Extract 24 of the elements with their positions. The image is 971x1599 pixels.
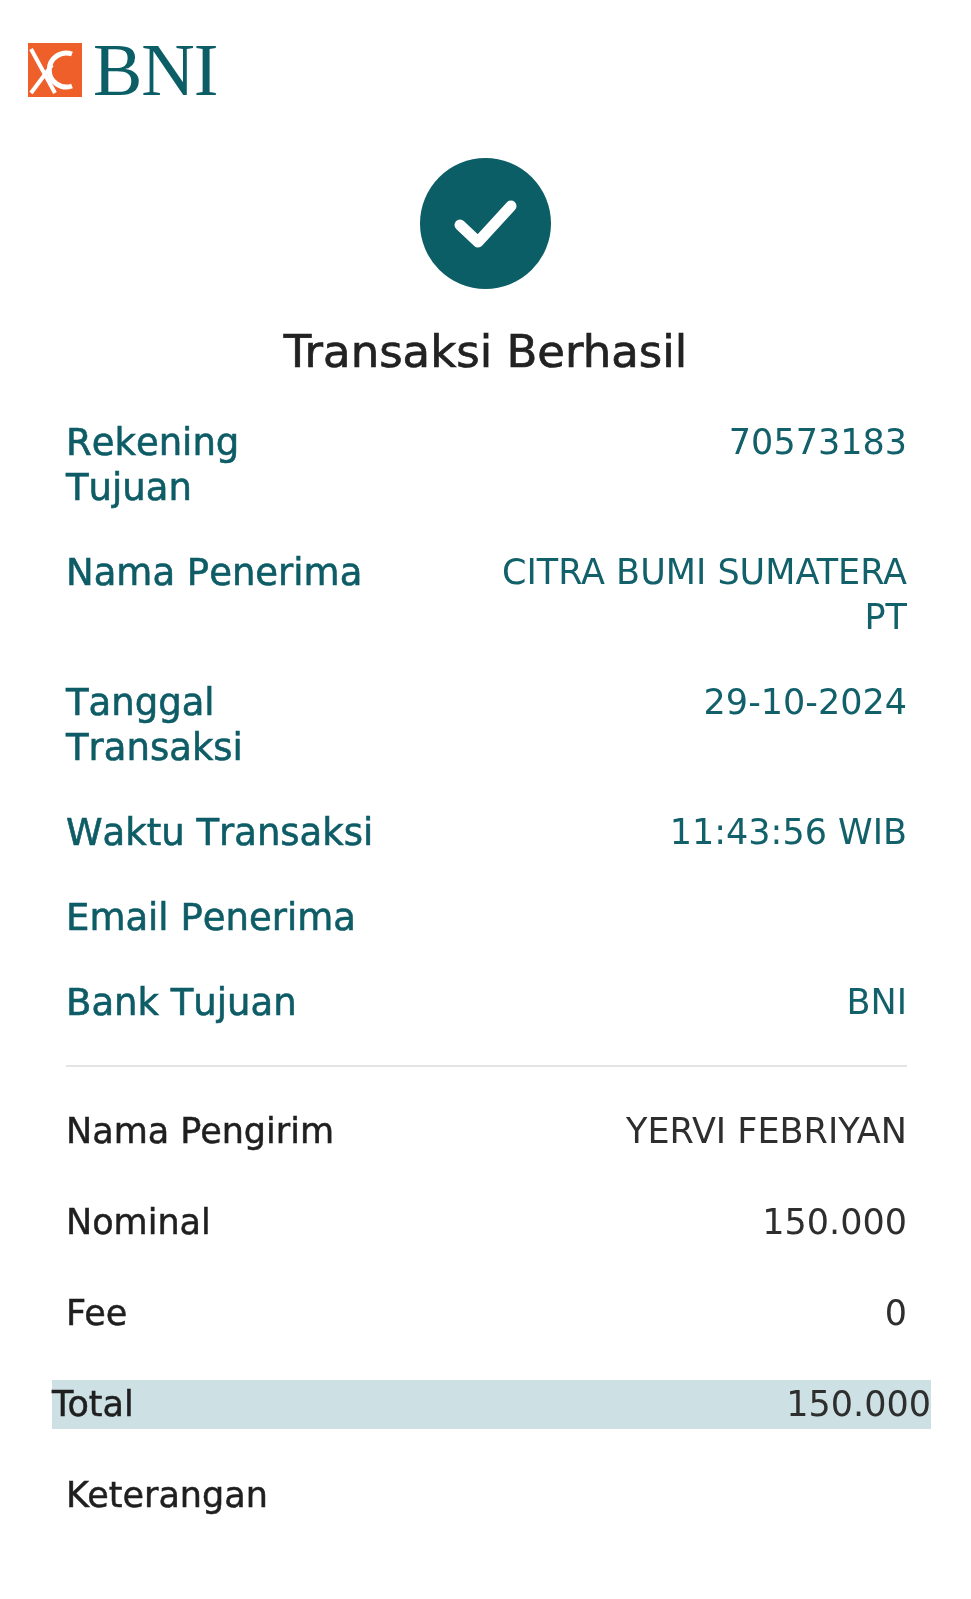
field-label: Total bbox=[52, 1383, 134, 1426]
field-value: CITRA BUMI SUMATERA PT bbox=[501, 551, 907, 639]
field-value: YERVI FEBRIYAN bbox=[626, 1110, 907, 1153]
field-value: 70573183 bbox=[728, 421, 907, 464]
field-label: Fee bbox=[66, 1292, 128, 1335]
field-label: Bank Tujuan bbox=[66, 980, 298, 1025]
field-label: Nama Penerima bbox=[66, 550, 364, 595]
field-value: BNI bbox=[846, 981, 907, 1024]
check-circle-icon bbox=[420, 158, 551, 289]
field-value: 0 bbox=[884, 1292, 907, 1335]
logo-text: BNI bbox=[93, 43, 218, 97]
field-label: Email Penerima bbox=[66, 895, 357, 940]
field-label: Keterangan bbox=[66, 1474, 268, 1517]
field-label: Nominal bbox=[66, 1201, 211, 1244]
field-label: Waktu Transaksi bbox=[66, 810, 375, 855]
field-value: 11:43:56 WIB bbox=[669, 811, 907, 854]
status-title: Transaksi Berhasil bbox=[283, 324, 688, 380]
logo-icon bbox=[28, 43, 82, 97]
field-label: Rekening Tujuan bbox=[66, 420, 241, 510]
field-label: Tanggal Transaksi bbox=[66, 680, 244, 770]
field-value: 29-10-2024 bbox=[703, 681, 907, 724]
field-value: 150.000 bbox=[762, 1201, 907, 1244]
field-value: 150.000 bbox=[786, 1383, 931, 1426]
field-label: Nama Pengirim bbox=[66, 1110, 335, 1153]
